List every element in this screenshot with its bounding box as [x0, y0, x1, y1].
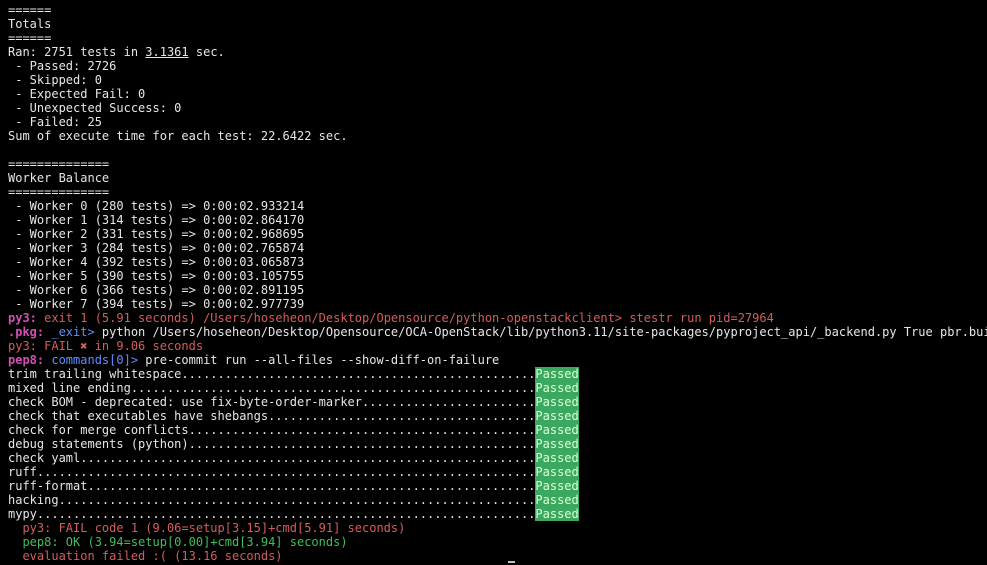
pkg-command: python /Users/hoseheon/Desktop/Opensourc… [94, 325, 987, 339]
hook-row: mypy....................................… [8, 507, 987, 521]
skipped-count: - Skipped: 0 [8, 73, 102, 87]
hook-name: mypy....................................… [8, 507, 536, 521]
summary-py3: py3: FAIL code 1 (9.06=setup[3.15]+cmd[5… [8, 521, 406, 535]
worker-line: - Worker 0 (280 tests) => 0:00:02.933214 [8, 199, 305, 213]
hook-name: hacking.................................… [8, 493, 536, 507]
pkg-exit-label: _exit> [44, 325, 95, 339]
passed-badge: Passed [535, 381, 579, 395]
worker-line: - Worker 1 (314 tests) => 0:00:02.864170 [8, 213, 305, 227]
totals-separator-top: ====== [8, 3, 52, 17]
hook-row: trim trailing whitespace................… [8, 367, 987, 381]
worker-line: - Worker 5 (390 tests) => 0:00:03.105755 [8, 269, 305, 283]
pep8-command: pre-commit run --all-files --show-diff-o… [138, 353, 500, 367]
ran-prefix: Ran: 2751 tests in [8, 45, 146, 59]
totals-heading: Totals [8, 17, 52, 31]
text-cursor [508, 561, 515, 563]
passed-count: - Passed: 2726 [8, 59, 117, 73]
hook-name: check yaml..............................… [8, 451, 536, 465]
hook-row: check for merge conflicts...............… [8, 423, 987, 437]
totals-separator-bottom: ====== [8, 31, 52, 45]
unexpected-success-count: - Unexpected Success: 0 [8, 101, 182, 115]
passed-badge: Passed [535, 507, 579, 521]
worker-line: - Worker 6 (366 tests) => 0:00:02.891195 [8, 283, 305, 297]
passed-badge: Passed [535, 451, 579, 465]
pkg-env-label: .pkg: [8, 325, 45, 339]
passed-badge: Passed [535, 493, 579, 507]
py3-fail-line: py3: FAIL ✖ in 9.06 seconds [8, 339, 204, 353]
summary-pep8: pep8: OK (3.94=setup[0.00]+cmd[3.94] sec… [8, 535, 348, 549]
worker-line: - Worker 2 (331 tests) => 0:00:02.968695 [8, 227, 305, 241]
pkg-exit-line: .pkg: _exit> python /Users/hoseheon/Desk… [8, 325, 987, 339]
passed-badge: Passed [535, 367, 579, 381]
hook-row: check BOM - deprecated: use fix-byte-ord… [8, 395, 987, 409]
hook-name: check that executables have shebangs....… [8, 409, 536, 423]
balance-separator-bottom: ============== [8, 185, 110, 199]
hook-name: check BOM - deprecated: use fix-byte-ord… [8, 395, 536, 409]
passed-badge: Passed [535, 409, 579, 423]
passed-badge: Passed [535, 423, 579, 437]
passed-badge: Passed [535, 437, 579, 451]
hook-row: ruff....................................… [8, 465, 987, 479]
hook-name: ruff....................................… [8, 465, 536, 479]
summary-evaluation: evaluation failed :( (13.16 seconds) [8, 549, 283, 563]
pep8-commands-label: commands[0]> [44, 353, 139, 367]
hook-row: check yaml..............................… [8, 451, 987, 465]
hook-row: mixed line ending.......................… [8, 381, 987, 395]
expected-fail-count: - Expected Fail: 0 [8, 87, 146, 101]
hook-name: debug statements (python)...............… [8, 437, 536, 451]
balance-heading: Worker Balance [8, 171, 110, 185]
terminal-output[interactable]: ====== Totals ====== Ran: 2751 tests in … [0, 0, 987, 563]
worker-line: - Worker 7 (394 tests) => 0:00:02.977739 [8, 297, 305, 311]
passed-badge: Passed [535, 465, 579, 479]
py3-exit-line: py3: exit 1 (5.91 seconds) /Users/hosehe… [8, 311, 987, 325]
hook-name: ruff-format.............................… [8, 479, 536, 493]
failed-count: - Failed: 25 [8, 115, 102, 129]
hook-name: check for merge conflicts...............… [8, 423, 536, 437]
ran-line: Ran: 2751 tests in 3.1361 sec. [8, 45, 987, 59]
hook-row: hacking.................................… [8, 493, 987, 507]
balance-separator-top: ============== [8, 157, 110, 171]
hook-row: debug statements (python)...............… [8, 437, 987, 451]
ran-time-link[interactable]: 3.1361 [145, 45, 188, 59]
sum-execute-time: Sum of execute time for each test: 22.64… [8, 129, 348, 143]
hook-name: trim trailing whitespace................… [8, 367, 536, 381]
passed-badge: Passed [535, 395, 579, 409]
worker-line: - Worker 3 (284 tests) => 0:00:02.765874 [8, 241, 305, 255]
pep8-command-line: pep8: commands[0]> pre-commit run --all-… [8, 353, 987, 367]
py3-env-label: py3: [8, 311, 37, 325]
hook-row: check that executables have shebangs....… [8, 409, 987, 423]
passed-badge: Passed [535, 479, 579, 493]
pep8-env-label: pep8: [8, 353, 45, 367]
hook-row: ruff-format.............................… [8, 479, 987, 493]
hook-name: mixed line ending.......................… [8, 381, 536, 395]
py3-exit-text: exit 1 (5.91 seconds) /Users/hoseheon/De… [36, 311, 774, 325]
ran-suffix: sec. [188, 45, 225, 59]
worker-line: - Worker 4 (392 tests) => 0:00:03.065873 [8, 255, 305, 269]
